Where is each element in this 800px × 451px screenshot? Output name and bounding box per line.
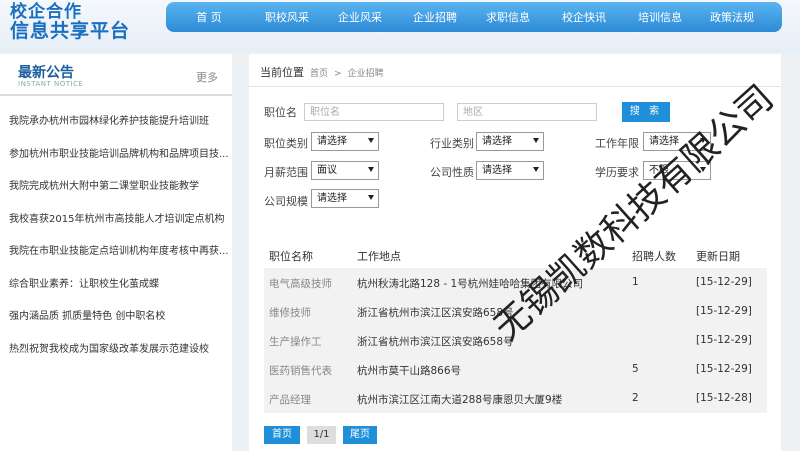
cell-job[interactable]: 维修技师 [269, 305, 311, 320]
cell-date: [15-12-28] [696, 392, 752, 404]
salary-label: 月薪范围 [264, 166, 308, 179]
job-name-input[interactable] [304, 103, 444, 121]
nav-news[interactable]: 校企快讯 [544, 9, 624, 25]
table-header: 职位名称 工作地点 招聘人数 更新日期 [264, 244, 767, 266]
more-link[interactable]: 更多 [196, 69, 218, 85]
main-nav: 首 页 职校风采 企业风采 企业招聘 求职信息 校企快讯 培训信息 政策法规 [166, 2, 782, 32]
company-type-label: 公司性质 [430, 166, 474, 179]
page-indicator: 1/1 [307, 426, 336, 444]
header-count: 招聘人数 [632, 250, 676, 263]
company-type-select[interactable]: 请选择 [476, 161, 544, 180]
table-row[interactable]: 产品经理 杭州市滨江区江南大道288号康恩贝大厦9楼 2 [15-12-28] [264, 384, 767, 414]
nav-training[interactable]: 培训信息 [624, 9, 696, 25]
breadcrumb-current: 企业招聘 [347, 69, 384, 79]
notice-item[interactable]: 我院完成杭州大附中第二课堂职业技能教学 [0, 171, 232, 204]
table-row[interactable]: 医药销售代表 杭州市莫干山路866号 5 [15-12-29] [264, 355, 767, 385]
cell-location: 浙江省杭州市滨江区滨安路658号 [357, 336, 514, 348]
industry-select[interactable]: 请选择 [476, 132, 544, 151]
chevron-down-icon [533, 167, 539, 172]
breadcrumb: 当前位置 首页 > 企业招聘 [260, 64, 384, 80]
breadcrumb-label: 当前位置 [260, 66, 304, 79]
cell-count: 1 [632, 276, 639, 288]
company-size-value: 请选择 [317, 193, 347, 204]
work-years-label: 工作年限 [595, 137, 639, 150]
header: 校企合作 信息共享平台 首 页 职校风采 企业风采 企业招聘 求职信息 校企快讯… [0, 0, 800, 52]
last-page-button[interactable]: 尾页 [343, 426, 377, 444]
notice-item[interactable]: 热烈祝贺我校成为国家级改革发展示范建设校 [0, 334, 232, 367]
cell-location: 杭州市莫干山路866号 [357, 365, 462, 377]
cell-location: 杭州市滨江区江南大道288号康恩贝大厦9楼 [357, 394, 563, 406]
cell-count: 2 [632, 392, 639, 404]
chevron-down-icon [368, 167, 374, 172]
salary-value: 面议 [317, 165, 337, 176]
nav-job-seeking[interactable]: 求职信息 [472, 9, 544, 25]
job-name-label: 职位名 [264, 106, 297, 119]
cell-date: [15-12-29] [696, 334, 752, 346]
nav-company-style[interactable]: 企业风采 [322, 9, 398, 25]
logo-line2: 信息共享平台 [10, 20, 131, 42]
notice-item[interactable]: 我院承办杭州市园林绿化养护技能提升培训班 [0, 106, 232, 139]
notice-item[interactable]: 我校喜获2015年杭州市高技能人才培训定点机构 [0, 204, 232, 237]
notice-item[interactable]: 我院在市职业技能定点培训机构年度考核中再获... [0, 236, 232, 269]
nav-policy[interactable]: 政策法规 [696, 9, 768, 25]
notice-item[interactable]: 综合职业素养：让职校生化茧成蝶 [0, 269, 232, 302]
nav-home[interactable]: 首 页 [166, 9, 252, 25]
chevron-down-icon [533, 138, 539, 143]
job-category-label: 职位类别 [264, 137, 308, 150]
company-size-label: 公司规模 [264, 195, 308, 208]
chevron-down-icon [368, 195, 374, 200]
header-location: 工作地点 [357, 250, 401, 263]
cell-job[interactable]: 医药销售代表 [269, 363, 332, 378]
notice-item[interactable]: 参加杭州市职业技能培训品牌机构和品牌项目技... [0, 139, 232, 172]
cell-date: [15-12-29] [696, 276, 752, 288]
breadcrumb-separator: > [334, 69, 342, 79]
search-button[interactable]: 搜 索 [622, 102, 670, 122]
notice-list: 我院承办杭州市园林绿化养护技能提升培训班 参加杭州市职业技能培训品牌机构和品牌项… [0, 106, 232, 366]
industry-value: 请选择 [482, 136, 512, 147]
notice-sidebar: 最新公告 INSTANT NOTICE 更多 我院承办杭州市园林绿化养护技能提升… [0, 54, 232, 451]
sidebar-header: 最新公告 INSTANT NOTICE 更多 [0, 54, 232, 96]
nav-company-recruit[interactable]: 企业招聘 [398, 9, 472, 25]
header-job: 职位名称 [269, 250, 313, 263]
company-type-value: 请选择 [482, 165, 512, 176]
sidebar-subtitle: INSTANT NOTICE [18, 80, 84, 88]
site-logo[interactable]: 校企合作 信息共享平台 [10, 3, 130, 41]
industry-label: 行业类别 [430, 137, 474, 150]
sidebar-title: 最新公告 [18, 65, 74, 81]
cell-date: [15-12-29] [696, 363, 752, 375]
breadcrumb-home[interactable]: 首页 [310, 69, 328, 79]
header-date: 更新日期 [696, 250, 740, 263]
nav-school-style[interactable]: 职校风采 [252, 9, 322, 25]
cell-job[interactable]: 产品经理 [269, 392, 311, 407]
chevron-down-icon [368, 138, 374, 143]
notice-item[interactable]: 强内涵品质 抓质量特色 创中职名校 [0, 301, 232, 334]
cell-job[interactable]: 生产操作工 [269, 334, 322, 349]
cell-count: 5 [632, 363, 639, 375]
cell-job[interactable]: 电气高级技师 [269, 276, 332, 291]
cell-date: [15-12-29] [696, 305, 752, 317]
job-category-select[interactable]: 请选择 [311, 132, 379, 151]
job-category-value: 请选择 [317, 136, 347, 147]
first-page-button[interactable]: 首页 [264, 426, 300, 444]
divider [249, 86, 781, 87]
company-size-select[interactable]: 请选择 [311, 189, 379, 208]
area-input[interactable] [457, 103, 597, 121]
salary-select[interactable]: 面议 [311, 161, 379, 180]
